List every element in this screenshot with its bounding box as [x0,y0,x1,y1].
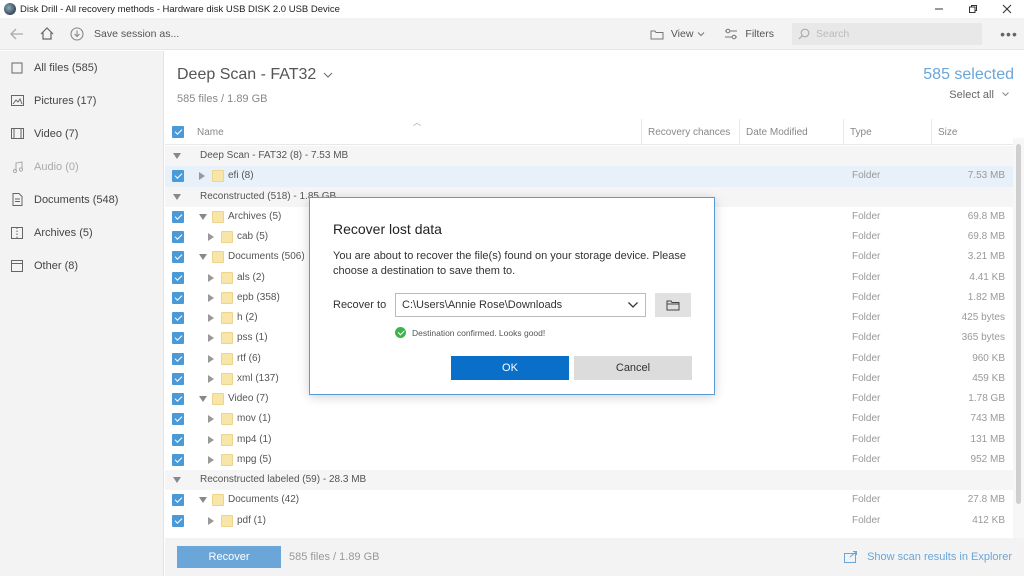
ok-button[interactable]: OK [451,356,569,380]
recover-dialog: Recover lost data You are about to recov… [309,197,715,395]
recover-to-label: Recover to [333,299,387,311]
chevron-down-icon [628,302,638,308]
folder-outline-icon [666,300,680,310]
dialog-title: Recover lost data [333,221,442,237]
destination-confirmation: Destination confirmed. Looks good! [395,327,545,338]
dialog-message: You are about to recover the file(s) fou… [333,250,687,277]
destination-path-value: C:\Users\Annie Rose\Downloads [402,299,563,311]
destination-path-select[interactable]: C:\Users\Annie Rose\Downloads [395,293,646,317]
browse-folder-button[interactable] [655,293,691,317]
cancel-button[interactable]: Cancel [574,356,692,380]
check-circle-icon [395,327,406,338]
modal-overlay: Recover lost data You are about to recov… [0,0,1024,576]
